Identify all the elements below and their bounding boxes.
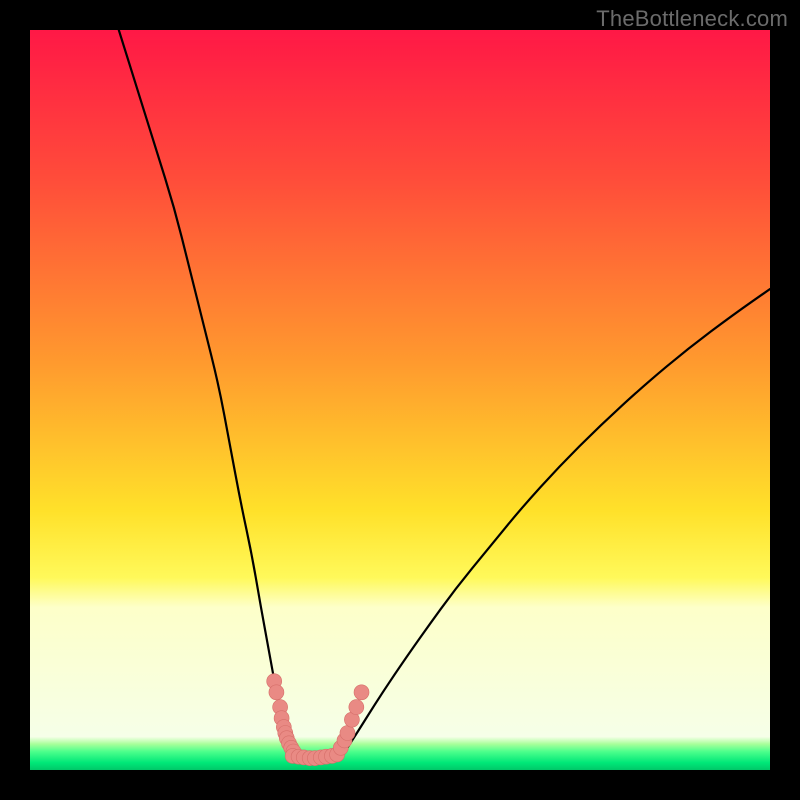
watermark-text: TheBottleneck.com [596,6,788,32]
background-gradient [30,30,770,770]
chart-frame: TheBottleneck.com [0,0,800,800]
plot-area [30,30,770,770]
